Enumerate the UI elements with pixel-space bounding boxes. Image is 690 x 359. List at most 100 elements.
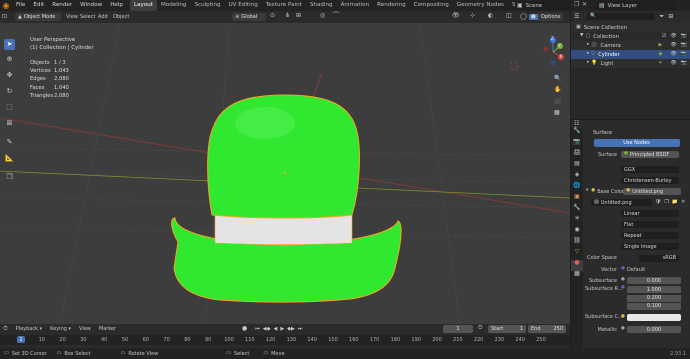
checkbox-icon[interactable]: ☑ <box>662 34 666 39</box>
tab-sculpting[interactable]: Sculpting <box>190 0 224 11</box>
timeline-editor-icon[interactable]: ⏱ <box>3 326 8 332</box>
annotate-tool[interactable]: ✎ <box>4 137 15 148</box>
viewport-menu-add[interactable]: Add <box>98 14 108 20</box>
record-icon[interactable]: ● <box>242 326 247 332</box>
scene-close-icon[interactable]: ✕ <box>582 1 587 8</box>
falloff-icon[interactable]: ⌒ <box>333 13 339 19</box>
transform-orientation[interactable]: ⊕ Global <box>232 13 266 21</box>
move-tool[interactable]: ✥ <box>4 70 15 81</box>
menu-file[interactable]: File <box>12 0 29 11</box>
metallic-field[interactable]: 0.000 <box>626 326 681 333</box>
subsurface-field[interactable]: 0.000 <box>626 277 681 284</box>
snap-target-icon[interactable]: ⊞ <box>296 13 301 19</box>
gizmo-toggle-icon[interactable]: ⊹ <box>470 13 475 19</box>
subsurface-radius-z[interactable]: 0.100 <box>627 302 681 310</box>
camera-render-icon[interactable]: 📷 <box>681 61 687 66</box>
current-frame-field[interactable]: 1 <box>443 325 473 333</box>
perspective-toggle-icon[interactable]: ▦ <box>554 110 560 116</box>
subsurface-radius-x[interactable]: 1.000 <box>626 286 681 293</box>
select-box-tool[interactable]: ➤ <box>4 39 15 50</box>
blender-logo-icon[interactable]: ◉ <box>0 0 12 11</box>
outliner-editor-icon[interactable]: ☰ <box>574 13 579 20</box>
eye-icon[interactable]: 👁 <box>670 43 676 48</box>
start-frame-field[interactable]: Start 1 <box>488 325 526 333</box>
pan-view-icon[interactable]: ✋ <box>554 87 561 93</box>
outliner-collection[interactable]: ▼ ▢ Collection ☑ 👁 📷 <box>571 32 690 41</box>
expand-icon[interactable]: ▸ <box>587 43 589 48</box>
expand-icon[interactable]: ▾ <box>586 189 588 194</box>
mode-selector[interactable]: ▲ Object Mode <box>15 13 61 21</box>
camera-render-icon[interactable]: 📷 <box>681 43 687 48</box>
camera-render-icon[interactable]: 📷 <box>681 34 687 39</box>
menu-help[interactable]: Help <box>106 0 127 11</box>
prev-keyframe-icon[interactable]: ◀◆ <box>263 326 271 332</box>
visibility-icon[interactable]: 👁 <box>452 13 460 19</box>
expand-icon[interactable]: ▼ <box>580 34 583 39</box>
play-icon[interactable]: ▶ <box>280 326 284 332</box>
tab-uv-editing[interactable]: UV Editing <box>225 0 262 11</box>
scale-tool[interactable]: ⬚ <box>4 102 15 113</box>
outliner-item-cylinder[interactable]: ▸ ▽ Cylinder ◆ 👁 📷 <box>571 50 690 59</box>
solid-shading-icon[interactable]: ● <box>528 14 538 20</box>
light-object[interactable] <box>509 61 519 71</box>
color-space-select[interactable]: sRGB <box>639 254 679 262</box>
outliner-search[interactable]: 🔍 <box>587 13 656 20</box>
transform-tool[interactable]: ⊠ <box>4 118 15 129</box>
scene-selector[interactable]: ▣ Scene <box>515 1 571 10</box>
play-reverse-icon[interactable]: ◀ <box>273 326 277 332</box>
new-image-icon[interactable]: ❐ <box>664 200 668 205</box>
unlink-icon[interactable]: ✕ <box>681 200 685 205</box>
xray-icon[interactable]: ◫ <box>506 13 512 19</box>
eye-icon[interactable]: 👁 <box>670 61 676 66</box>
tab-compositing[interactable]: Compositing <box>410 0 453 11</box>
camera-view-icon[interactable]: 🎥 <box>554 99 561 105</box>
wireframe-shading-icon[interactable]: ◯ <box>518 14 529 20</box>
tab-shading[interactable]: Shading <box>306 0 337 11</box>
navigation-gizmo[interactable]: Z X Y <box>540 35 566 69</box>
base-color-field[interactable]: ● Untitled.png <box>623 188 682 195</box>
menu-window[interactable]: Window <box>76 0 106 11</box>
scene-copy-icon[interactable]: ❐ <box>574 1 579 8</box>
projection-select[interactable]: Flat <box>621 221 679 228</box>
extension-select[interactable]: Repeat <box>621 232 679 239</box>
proportional-edit-icon[interactable]: ◎ <box>320 13 325 19</box>
open-image-icon[interactable]: 📁 <box>672 200 678 205</box>
jump-end-icon[interactable]: ⏭ <box>298 326 303 332</box>
zoom-view-icon[interactable]: 🔍 <box>554 76 561 82</box>
viewport-menu-view[interactable]: View <box>66 14 78 20</box>
source-select[interactable]: Single Image <box>621 243 679 250</box>
menu-edit[interactable]: Edit <box>29 0 48 11</box>
subsurface-method-select[interactable]: Christensen-Burley <box>621 177 679 184</box>
subsurface-radius-y[interactable]: 0.200 <box>627 294 681 302</box>
eye-icon[interactable]: 👁 <box>670 52 676 57</box>
options-button[interactable]: Options <box>538 13 564 21</box>
jump-start-icon[interactable]: ⏮ <box>255 326 260 332</box>
snap-icon[interactable]: ⋔ <box>285 13 290 19</box>
tab-geometry-nodes[interactable]: Geometry Nodes <box>453 0 508 11</box>
tab-modeling[interactable]: Modeling <box>157 0 190 11</box>
add-cube-tool[interactable]: ❒ <box>4 172 15 183</box>
use-nodes-button[interactable]: Use Nodes <box>593 139 680 147</box>
camera-render-icon[interactable]: 📷 <box>681 52 687 57</box>
interpolation-select[interactable]: Linear <box>621 210 679 217</box>
viewport-3d[interactable]: User Perspective (1) Collection | Cylind… <box>0 23 570 324</box>
timeline-menu-playback[interactable]: Playback ▾ <box>16 326 42 332</box>
view-layer-selector[interactable]: ▤ View Layer <box>596 1 676 10</box>
timeline-menu-keying[interactable]: Keying ▾ <box>50 326 71 332</box>
tab-rendering[interactable]: Rendering <box>373 0 410 11</box>
rotate-tool[interactable]: ↻ <box>4 86 15 97</box>
expand-icon[interactable]: ▸ <box>587 61 589 66</box>
fake-user-icon[interactable]: 🛡 <box>655 200 661 205</box>
editor-type-button[interactable]: ⊡ <box>2 13 14 21</box>
measure-tool[interactable]: 📐 <box>4 153 15 164</box>
vector-value[interactable]: Default <box>627 267 645 273</box>
filter-icon[interactable]: ⏷ <box>659 13 664 20</box>
tab-texture-paint[interactable]: Texture Paint <box>262 0 306 11</box>
surface-panel-header[interactable]: Surface <box>593 130 612 136</box>
new-collection-icon[interactable]: ⊞ <box>668 13 673 20</box>
timeline-menu-view[interactable]: View <box>79 326 91 332</box>
distribution-select[interactable]: GGX <box>621 166 679 173</box>
surface-shader-field[interactable]: ● Principled BSDF <box>621 151 679 158</box>
next-keyframe-icon[interactable]: ◆▶ <box>287 326 295 332</box>
viewport-menu-object[interactable]: Object <box>113 14 129 20</box>
